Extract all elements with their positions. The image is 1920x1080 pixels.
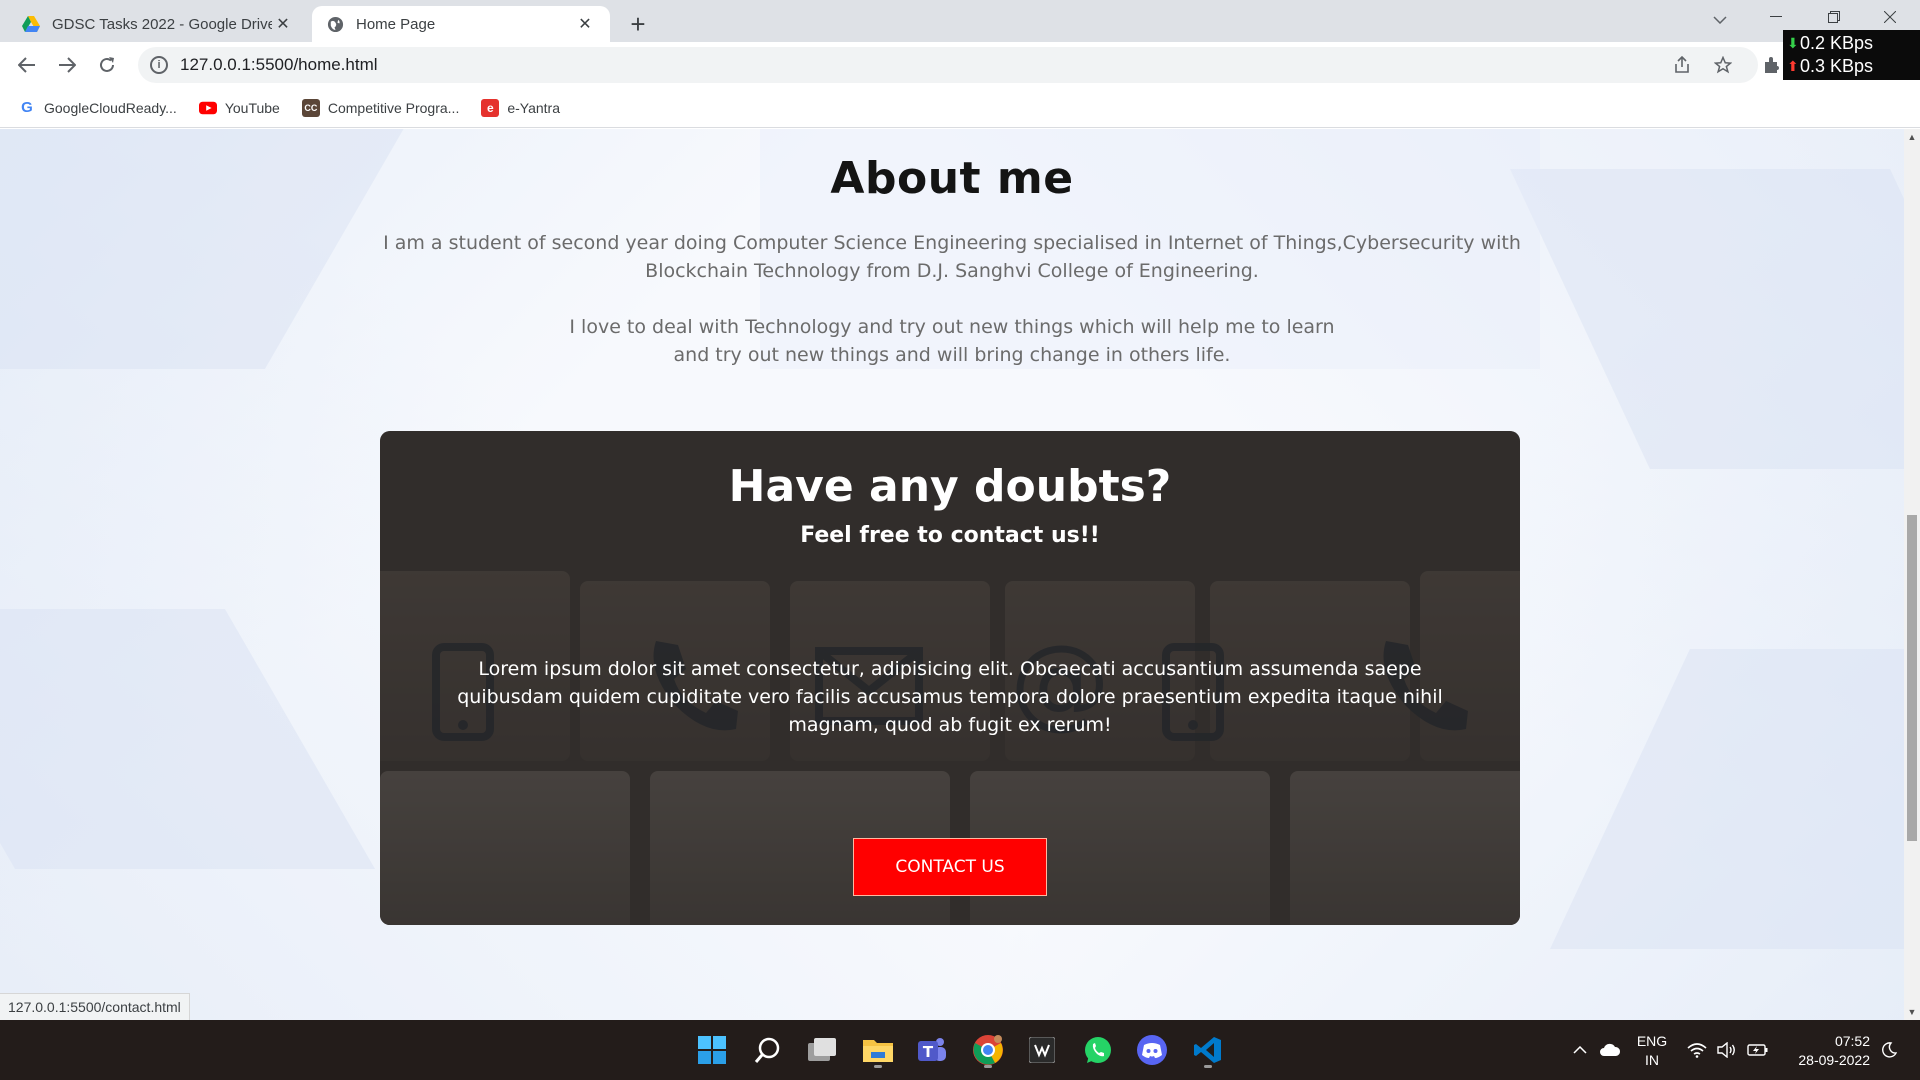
bookmark-star-icon[interactable]	[1707, 47, 1739, 83]
globe-icon	[326, 15, 344, 33]
background-shape	[0, 609, 376, 869]
minimize-button[interactable]	[1748, 0, 1804, 34]
bookmark-label: YouTube	[224, 99, 280, 116]
e-yantra-icon: e	[481, 98, 500, 117]
scrollbar-thumb[interactable]	[1907, 515, 1917, 841]
wifi-icon[interactable]	[1684, 1020, 1710, 1080]
teams-icon[interactable]: T	[912, 1030, 952, 1070]
address-bar[interactable]: i	[138, 47, 1758, 83]
task-view-icon[interactable]	[802, 1030, 842, 1070]
background-shape	[1550, 649, 1904, 949]
tab-home-page[interactable]: Home Page ✕	[312, 6, 610, 42]
close-icon[interactable]: ✕	[272, 13, 294, 35]
youtube-icon	[198, 99, 217, 117]
network-speed-widget: ⬇ 0.2 KBps ⬆ 0.3 KBps	[1783, 30, 1920, 80]
browser-toolbar: i	[0, 42, 1920, 88]
contact-heading: Have any doubts?	[728, 461, 1172, 512]
tab-title: Home Page	[356, 15, 436, 33]
restore-button[interactable]	[1806, 0, 1862, 34]
bookmarks-bar: G GoogleCloudReady... YouTube CC Competi…	[0, 88, 1920, 128]
web-page: About me I am a student of second year d…	[0, 129, 1904, 1020]
about-paragraph: I am a student of second year doing Comp…	[383, 232, 1521, 282]
language-code: ENG	[1636, 1033, 1668, 1049]
contact-subheading: Feel free to contact us!!	[800, 523, 1100, 548]
tab-google-drive[interactable]: GDSC Tasks 2022 - Google Drive ✕	[8, 6, 308, 42]
about-heading: About me	[830, 153, 1074, 204]
volume-icon[interactable]	[1714, 1020, 1740, 1080]
page-scrollbar[interactable]: ▲ ▼	[1904, 129, 1920, 1020]
scroll-up-arrow-icon[interactable]: ▲	[1904, 129, 1920, 145]
search-icon[interactable]	[748, 1030, 788, 1070]
region-code: IN	[1645, 1052, 1659, 1068]
system-clock[interactable]: 07:52 28-09-2022	[1776, 1032, 1870, 1070]
running-indicator	[874, 1065, 882, 1068]
show-hidden-icons-chevron-icon[interactable]	[1568, 1020, 1592, 1080]
clock-time: 07:52	[1834, 1033, 1870, 1049]
contact-section: @ Have any doubts? Feel free to contact …	[380, 431, 1520, 925]
whatsapp-icon[interactable]	[1078, 1030, 1118, 1070]
battery-icon[interactable]	[1744, 1020, 1772, 1080]
notification-moon-icon[interactable]	[1876, 1020, 1902, 1080]
about-paragraph: I love to deal with Technology and try o…	[569, 316, 1335, 366]
contact-us-button[interactable]: CONTACT US	[853, 838, 1047, 896]
link-status-url: 127.0.0.1:5500/contact.html	[0, 993, 190, 1020]
upload-speed: 0.3 KBps	[1800, 56, 1874, 76]
new-tab-button[interactable]: +	[622, 8, 654, 40]
tab-title: GDSC Tasks 2022 - Google Drive	[52, 15, 272, 33]
reload-button[interactable]	[89, 47, 125, 83]
bookmark-competitive-programming[interactable]: CC Competitive Progra...	[301, 98, 460, 117]
share-icon[interactable]	[1666, 47, 1698, 83]
discord-icon[interactable]	[1132, 1030, 1172, 1070]
running-indicator	[1204, 1065, 1212, 1068]
url-input[interactable]	[180, 55, 780, 75]
bookmark-label: GoogleCloudReady...	[44, 99, 177, 116]
svg-text:T: T	[923, 1043, 934, 1061]
download-arrow-icon: ⬇	[1787, 35, 1799, 51]
scroll-down-arrow-icon[interactable]: ▼	[1904, 1004, 1920, 1020]
back-arrow-icon	[18, 57, 35, 73]
close-window-button[interactable]	[1862, 0, 1918, 34]
chrome-icon[interactable]	[968, 1030, 1008, 1070]
vscode-icon[interactable]	[1188, 1030, 1228, 1070]
language-indicator[interactable]: ENG IN	[1630, 1032, 1674, 1070]
running-indicator	[984, 1065, 992, 1068]
background-shape	[1510, 169, 1904, 469]
bookmark-label: e-Yantra	[507, 99, 561, 116]
upload-arrow-icon: ⬆	[1787, 58, 1799, 74]
bookmark-label: Competitive Progra...	[327, 99, 460, 116]
back-button[interactable]	[9, 47, 45, 83]
app-icon[interactable]	[1022, 1030, 1062, 1070]
bookmark-e-yantra[interactable]: e e-Yantra	[481, 98, 561, 117]
forward-button[interactable]	[49, 47, 85, 83]
google-drive-icon	[22, 15, 40, 33]
site-info-icon[interactable]: i	[150, 56, 168, 74]
file-explorer-icon[interactable]	[858, 1030, 898, 1070]
bookmark-google-cloud[interactable]: G GoogleCloudReady...	[18, 99, 177, 117]
codechef-icon: CC	[301, 98, 320, 117]
close-icon[interactable]: ✕	[574, 13, 596, 35]
clock-date: 28-09-2022	[1798, 1052, 1870, 1068]
bookmark-youtube[interactable]: YouTube	[198, 99, 280, 117]
forward-arrow-icon	[59, 57, 76, 73]
windows-taskbar: T ENG IN 07:52 28-09-2022	[0, 1020, 1920, 1080]
onedrive-cloud-icon[interactable]	[1596, 1020, 1624, 1080]
chevron-down-icon[interactable]	[1708, 8, 1732, 32]
contact-body-text: Lorem ipsum dolor sit amet consectetur, …	[457, 658, 1443, 736]
download-speed: 0.2 KBps	[1800, 33, 1874, 53]
windows-start-icon[interactable]	[692, 1030, 732, 1070]
google-icon: G	[21, 99, 33, 116]
reload-icon	[100, 57, 114, 72]
tab-strip: GDSC Tasks 2022 - Google Drive ✕ Home Pa…	[0, 0, 1920, 42]
